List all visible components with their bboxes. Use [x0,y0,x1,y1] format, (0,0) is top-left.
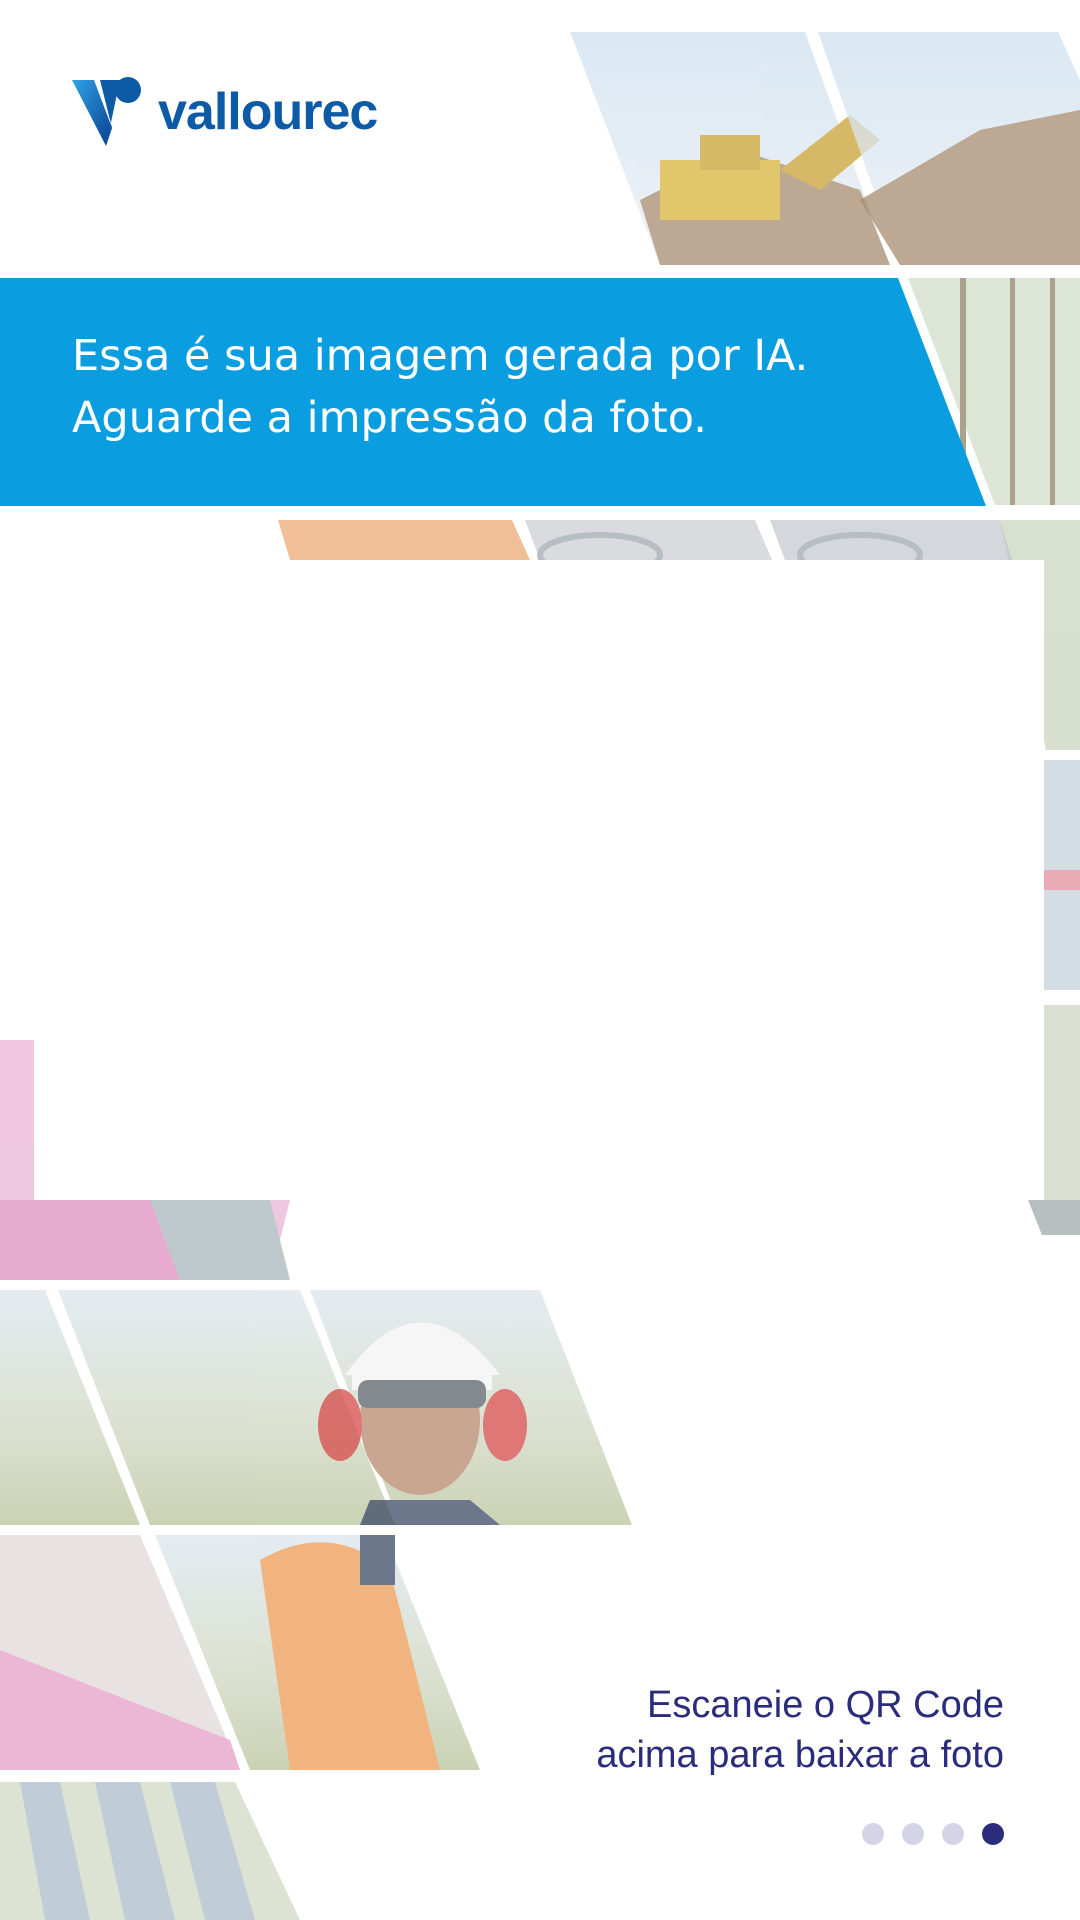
page-indicator [862,1823,1004,1845]
page-dot-4 [982,1823,1004,1845]
qr-instructions: Escaneie o QR Code acima para baixar a f… [404,1680,1004,1780]
qr-caption-line-2: acima para baixar a foto [596,1734,1004,1776]
banner-line-1: Essa é sua imagem gerada por IA. [72,331,809,381]
qr-caption-line-1: Escaneie o QR Code [647,1684,1004,1726]
page-dot-2 [902,1823,924,1845]
banner-line-2: Aguarde a impressão da foto. [72,393,707,443]
page-dot-1 [862,1823,884,1845]
vallourec-v-icon [72,77,141,146]
page-dot-3 [942,1823,964,1845]
generated-image-frame [34,560,1044,1200]
tile-solar [0,1782,300,1920]
banner-message: Essa é sua imagem gerada por IA. Aguarde… [72,325,892,449]
brand-name: vallourec [158,83,378,141]
vallourec-logo: vallourec [72,72,378,152]
